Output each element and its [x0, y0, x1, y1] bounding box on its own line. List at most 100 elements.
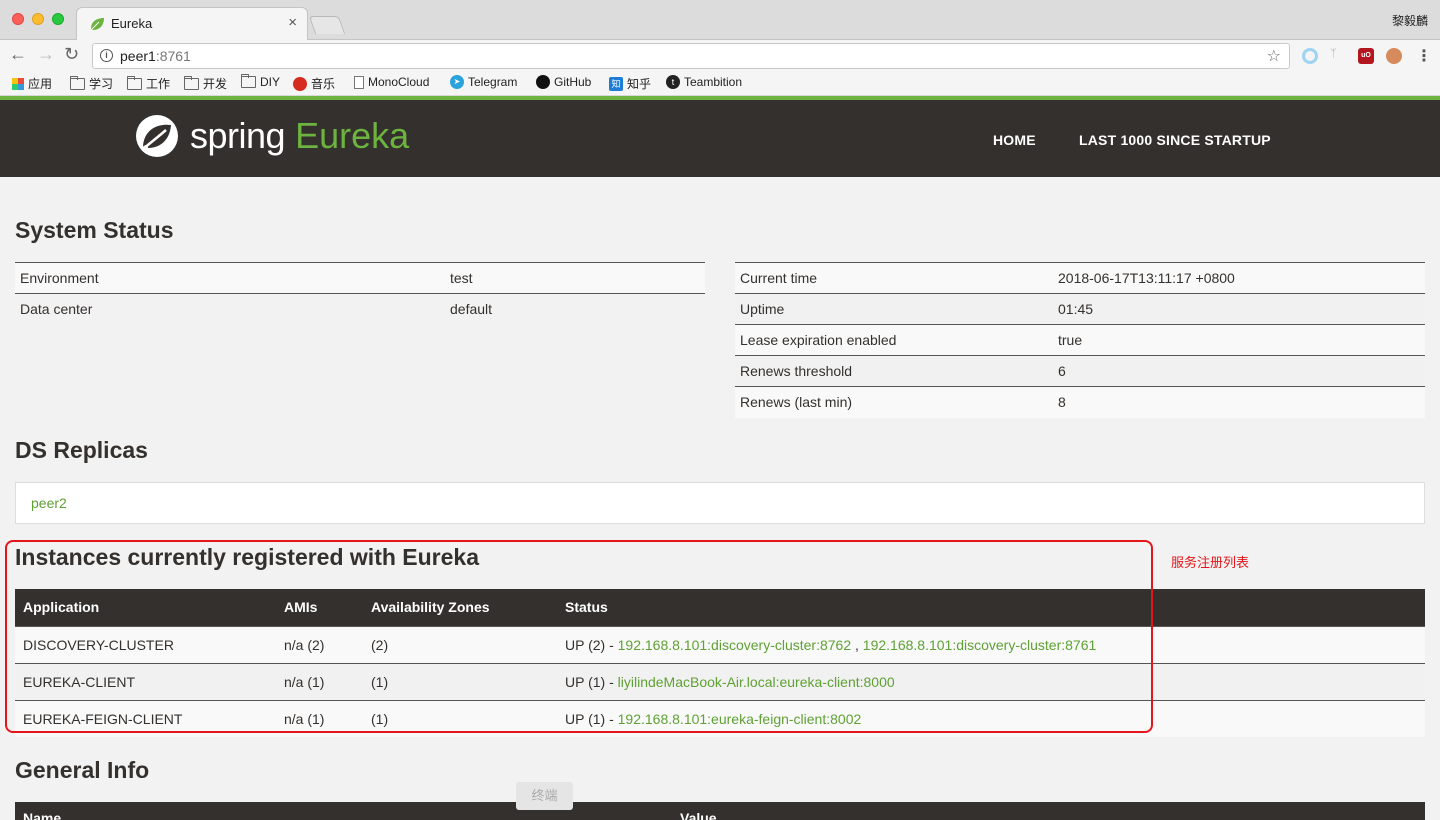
dock-tooltip: 终端: [516, 782, 573, 810]
table-row: Renews (last min) 8: [735, 386, 1425, 418]
extension-circle-icon[interactable]: [1302, 48, 1318, 64]
column-header-status: Status: [557, 589, 1425, 626]
browser-tab-bar: Eureka × 黎毅麟: [0, 0, 1440, 40]
bookmark-folder-work[interactable]: 工作: [127, 75, 170, 92]
application-name: EUREKA-CLIENT: [15, 662, 276, 700]
zones-value: (1): [363, 662, 557, 700]
instances-table: Application AMIs Availability Zones Stat…: [15, 589, 1425, 737]
bookmark-teambition[interactable]: t Teambition: [666, 75, 742, 89]
spring-leaf-icon: [90, 18, 104, 31]
ds-replicas-list: peer2: [15, 482, 1425, 524]
nav-home-link[interactable]: HOME: [993, 132, 1036, 148]
column-header-name: Name: [15, 802, 672, 820]
browser-toolbar: ← → ↻ i peer1:8761 ☆ ᛉ uO ⋮: [0, 40, 1440, 70]
table-row: Uptime 01:45: [735, 293, 1425, 325]
close-tab-icon[interactable]: ×: [288, 14, 297, 31]
url-text[interactable]: peer1:8761: [120, 48, 191, 64]
replica-link-peer2[interactable]: peer2: [31, 495, 67, 511]
ds-replicas-heading: DS Replicas: [15, 437, 148, 463]
status-value: 8: [1053, 386, 1425, 418]
table-row: DISCOVERY-CLUSTER n/a (2) (2) UP (2) - 1…: [15, 625, 1425, 663]
bookmark-folder-diy[interactable]: DIY: [241, 74, 280, 89]
table-row: Data center default: [15, 293, 705, 325]
status-value: 01:45: [1053, 293, 1425, 325]
folder-icon: [127, 75, 142, 90]
instance-link[interactable]: 192.168.8.101:eureka-feign-client:8002: [618, 711, 862, 727]
amis-value: n/a (2): [276, 625, 363, 663]
forward-arrow-icon[interactable]: →: [37, 44, 55, 64]
column-header-value: Value: [672, 802, 1425, 820]
zoom-window-button[interactable]: [52, 13, 64, 25]
system-status-right-table: Current time 2018-06-17T13:11:17 +0800 U…: [735, 262, 1425, 418]
extension-tree-icon[interactable]: ᛉ: [1330, 48, 1346, 64]
bookmark-monocloud[interactable]: MonoCloud: [354, 75, 429, 89]
ublock-icon[interactable]: uO: [1358, 48, 1374, 64]
status-cell: UP (1) - liyilindeMacBook-Air.local:eure…: [557, 662, 1425, 700]
browser-tab[interactable]: Eureka ×: [76, 7, 308, 40]
brand-eureka: Eureka: [295, 115, 410, 156]
table-header-row: Name Value: [15, 802, 1425, 820]
bookmark-folder-study[interactable]: 学习: [70, 75, 113, 92]
bookmark-music[interactable]: 音乐: [293, 75, 335, 92]
table-header-row: Application AMIs Availability Zones Stat…: [15, 589, 1425, 626]
bookmark-apps[interactable]: 应用: [12, 75, 52, 92]
table-row: Current time 2018-06-17T13:11:17 +0800: [735, 262, 1425, 294]
status-label: Renews (last min): [735, 386, 1053, 418]
back-arrow-icon[interactable]: ←: [9, 44, 27, 64]
close-window-button[interactable]: [12, 13, 24, 25]
amis-value: n/a (1): [276, 699, 363, 737]
application-name: DISCOVERY-CLUSTER: [15, 625, 276, 663]
system-status-heading: System Status: [15, 217, 174, 243]
reload-icon[interactable]: ↻: [64, 44, 79, 64]
minimize-window-button[interactable]: [32, 13, 44, 25]
spring-logo-icon: [136, 115, 178, 157]
system-status-left-table: Environment test Data center default: [15, 262, 705, 325]
instance-link[interactable]: 192.168.8.101:discovery-cluster:8761: [863, 637, 1096, 653]
address-bar[interactable]: i peer1:8761 ☆: [92, 43, 1290, 69]
instance-link[interactable]: 192.168.8.101:discovery-cluster:8762: [618, 637, 851, 653]
status-label: Uptime: [735, 293, 1053, 325]
tampermonkey-icon[interactable]: [1386, 48, 1402, 64]
github-icon: [536, 75, 550, 89]
tab-title: Eureka: [111, 16, 153, 31]
status-value: true: [1053, 324, 1425, 356]
bookmark-github[interactable]: GitHub: [536, 75, 591, 89]
instances-heading: Instances currently registered with Eure…: [15, 544, 480, 570]
annotation-label: 服务注册列表: [1171, 555, 1250, 570]
spring-eureka-logo[interactable]: spring Eureka: [134, 113, 409, 159]
bookmark-folder-dev[interactable]: 开发: [184, 75, 227, 92]
status-value: 2018-06-17T13:11:17 +0800: [1053, 262, 1425, 294]
application-name: EUREKA-FEIGN-CLIENT: [15, 699, 276, 737]
table-row: EUREKA-CLIENT n/a (1) (1) UP (1) - liyil…: [15, 662, 1425, 700]
new-tab-button[interactable]: [308, 16, 346, 34]
column-header-amis: AMIs: [276, 589, 363, 626]
page-icon: [354, 75, 364, 89]
column-header-application: Application: [15, 589, 276, 626]
amis-value: n/a (1): [276, 662, 363, 700]
status-cell: UP (2) - 192.168.8.101:discovery-cluster…: [557, 625, 1425, 663]
profile-name[interactable]: 黎毅麟: [1392, 12, 1428, 29]
table-row: EUREKA-FEIGN-CLIENT n/a (1) (1) UP (1) -…: [15, 699, 1425, 737]
telegram-icon: ➤: [450, 75, 464, 89]
info-icon[interactable]: i: [100, 49, 113, 62]
folder-icon: [184, 75, 199, 90]
bookmarks-bar: 应用 学习 工作 开发 DIY 音乐 MonoCloud ➤ Telegram G…: [0, 70, 1440, 96]
status-value: test: [445, 262, 705, 294]
teambition-icon: t: [666, 75, 680, 89]
status-label: Current time: [735, 262, 1053, 294]
bookmark-telegram[interactable]: ➤ Telegram: [450, 75, 517, 89]
bookmark-zhihu[interactable]: 知知乎: [609, 75, 651, 92]
status-label: Lease expiration enabled: [735, 324, 1053, 356]
status-label: Environment: [15, 262, 445, 294]
nav-last-1000-link[interactable]: LAST 1000 SINCE STARTUP: [1079, 132, 1271, 148]
instance-link[interactable]: liyilindeMacBook-Air.local:eureka-client…: [618, 674, 895, 690]
eureka-navbar: spring Eureka HOME LAST 1000 SINCE START…: [0, 96, 1440, 177]
menu-dots-icon[interactable]: ⋮: [1416, 46, 1432, 66]
status-cell: UP (1) - 192.168.8.101:eureka-feign-clie…: [557, 699, 1425, 737]
bookmark-star-icon[interactable]: ☆: [1267, 46, 1281, 66]
netease-music-icon: [293, 76, 307, 91]
table-row: Lease expiration enabled true: [735, 324, 1425, 356]
status-value: default: [445, 293, 705, 325]
general-info-heading: General Info: [15, 757, 150, 783]
column-header-zones: Availability Zones: [363, 589, 557, 626]
